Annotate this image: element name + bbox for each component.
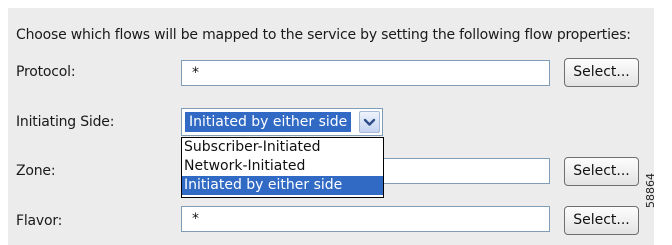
flavor-label: Flavor: <box>16 213 63 229</box>
protocol-label: Protocol: <box>16 64 76 80</box>
initiating-side-selected-value: Initiated by either side <box>185 112 352 132</box>
figure-id-text: 58864 <box>644 173 657 208</box>
initiating-side-combobox[interactable]: Initiated by either side <box>181 108 383 136</box>
chevron-down-icon <box>363 118 376 126</box>
option-subscriber-initiated[interactable]: Subscriber-Initiated <box>182 138 383 157</box>
initiating-side-label: Initiating Side: <box>16 114 115 130</box>
protocol-select-button[interactable]: Select... <box>564 58 639 87</box>
protocol-input[interactable]: * <box>181 60 550 86</box>
dropdown-arrow-button[interactable] <box>359 111 380 133</box>
flavor-input[interactable]: * <box>181 206 550 232</box>
option-network-initiated[interactable]: Network-Initiated <box>182 157 383 176</box>
zone-select-button[interactable]: Select... <box>564 157 639 186</box>
instructions-text: Choose which flows will be mapped to the… <box>16 27 631 43</box>
initiating-side-options-list: Subscriber-Initiated Network-Initiated I… <box>181 137 384 198</box>
flavor-select-button[interactable]: Select... <box>564 206 639 235</box>
option-initiated-by-either-side[interactable]: Initiated by either side <box>182 176 383 195</box>
zone-label: Zone: <box>16 163 56 179</box>
